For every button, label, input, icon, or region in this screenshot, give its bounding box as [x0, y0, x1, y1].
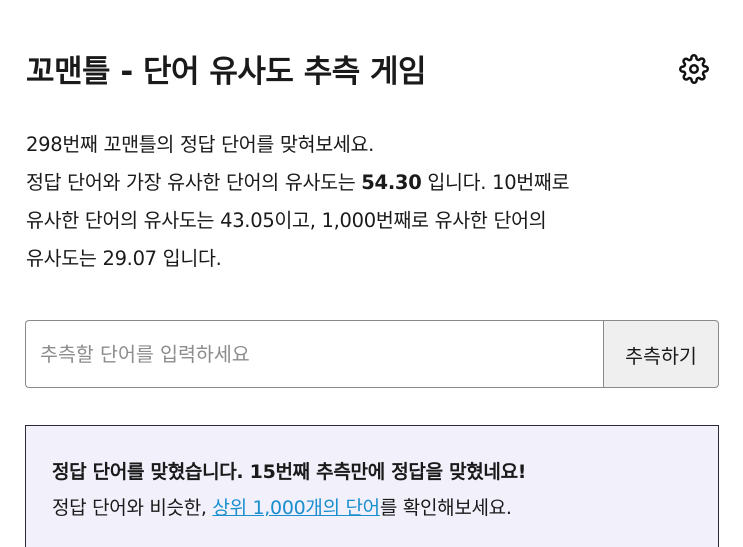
- guess-button[interactable]: 추측하기: [603, 320, 719, 388]
- intro-line-4: 유사도는 29.07 입니다.: [26, 247, 222, 270]
- intro-line-2-suffix: 입니다. 10번째로: [421, 171, 570, 194]
- result-message: 정답 단어를 맞혔습니다. 15번째 추측만에 정답을 맞혔네요!: [52, 461, 527, 483]
- intro-text: 298번째 꼬맨틀의 정답 단어를 맞혀보세요. 정답 단어와 가장 유사한 단…: [26, 126, 726, 278]
- guess-input[interactable]: [25, 320, 603, 388]
- intro-line-2-prefix: 정답 단어와 가장 유사한 단어의 유사도는: [26, 171, 362, 194]
- page-title: 꼬맨틀 - 단어 유사도 추측 게임: [26, 54, 427, 90]
- result-followup-prefix: 정답 단어와 비슷한,: [52, 497, 213, 519]
- top-similarity-value: 54.30: [361, 171, 422, 194]
- page: 꼬맨틀 - 단어 유사도 추측 게임 298번째 꼬맨틀의 정답 단어를 맞혀보…: [0, 0, 743, 547]
- result-followup-suffix: 를 확인해보세요.: [379, 497, 512, 519]
- intro-line-2: 정답 단어와 가장 유사한 단어의 유사도는 54.30 입니다. 10번째로: [26, 164, 726, 202]
- gear-icon[interactable]: [679, 54, 709, 84]
- result-followup: 정답 단어와 비슷한, 상위 1,000개의 단어를 확인해보세요.: [52, 490, 692, 526]
- top-1000-words-link[interactable]: 상위 1,000개의 단어: [212, 497, 380, 519]
- intro-line-1: 298번째 꼬맨틀의 정답 단어를 맞혀보세요.: [26, 133, 375, 156]
- result-box: 정답 단어를 맞혔습니다. 15번째 추측만에 정답을 맞혔네요! 정답 단어와…: [25, 425, 719, 547]
- guess-form: 추측하기: [25, 320, 719, 388]
- header: 꼬맨틀 - 단어 유사도 추측 게임: [26, 44, 717, 96]
- intro-line-3: 유사한 단어의 유사도는 43.05이고, 1,000번째로 유사한 단어의: [26, 209, 547, 232]
